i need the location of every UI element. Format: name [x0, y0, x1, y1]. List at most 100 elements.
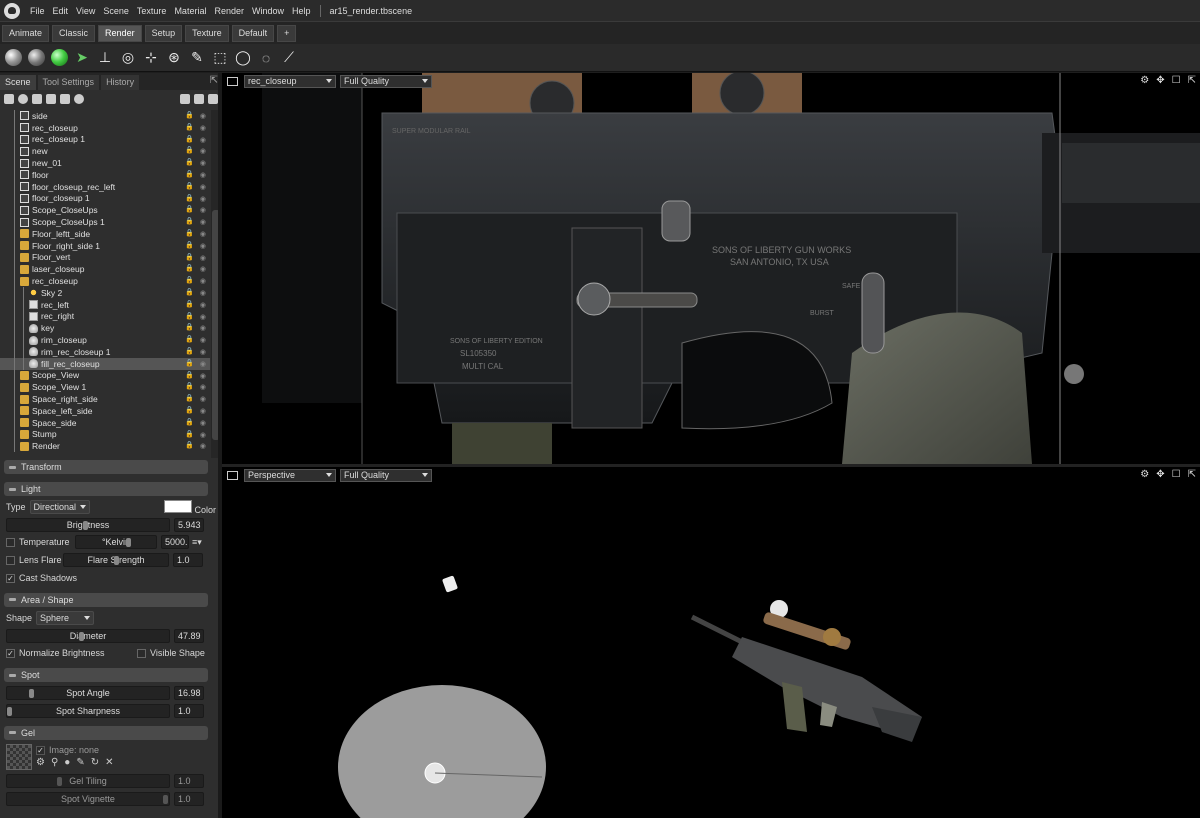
add-tab-button[interactable]: +: [277, 24, 297, 42]
menu-scene[interactable]: Scene: [99, 6, 133, 16]
tree-row[interactable]: Scope_View 1 🔒 ◉: [0, 381, 210, 394]
section-transform[interactable]: Transform: [4, 460, 208, 474]
gel-settings-icon[interactable]: ⚙: [36, 757, 45, 768]
visibility-eye-icon[interactable]: ◉: [200, 124, 206, 132]
lens-flare-checkbox[interactable]: [6, 555, 15, 565]
visibility-eye-icon[interactable]: ◉: [200, 289, 206, 297]
folder-icon[interactable]: [180, 93, 190, 104]
gel-clear-icon[interactable]: ✕: [105, 757, 113, 768]
lock-icon[interactable]: 🔒: [185, 300, 194, 309]
tree-row[interactable]: rim_closeup 🔒 ◉: [0, 334, 210, 346]
tree-row[interactable]: Floor_right_side 1 🔒 ◉: [0, 239, 210, 252]
gel-image-checkbox[interactable]: ✓: [36, 745, 45, 755]
move-tool-button[interactable]: ⊥: [96, 49, 114, 67]
flare-strength-slider[interactable]: Flare Strength: [63, 553, 169, 568]
lock-icon[interactable]: 🔒: [185, 146, 194, 155]
bottom-quality-dropdown[interactable]: Full Quality: [340, 468, 432, 482]
visibility-eye-icon[interactable]: ◉: [200, 112, 206, 120]
viewport-menu-icon[interactable]: [227, 76, 238, 86]
visibility-eye-icon[interactable]: ◉: [200, 301, 206, 309]
rotate-tool-button[interactable]: ◎: [119, 49, 137, 67]
tree-row[interactable]: laser_closeup 🔒 ◉: [0, 263, 210, 276]
add-shadow-catcher-icon[interactable]: [60, 93, 70, 104]
add-camera-icon[interactable]: [32, 93, 42, 104]
lock-icon[interactable]: 🔒: [185, 276, 194, 285]
tab-default[interactable]: Default: [231, 24, 275, 42]
visibility-eye-icon[interactable]: ◉: [200, 218, 206, 226]
visibility-eye-icon[interactable]: ◉: [200, 383, 206, 391]
gel-edit-icon[interactable]: ✎: [76, 757, 84, 768]
settings-gear-icon[interactable]: ⚙: [1140, 469, 1149, 480]
tree-row[interactable]: floor_closeup_rec_left 🔒 ◉: [0, 180, 210, 193]
scale-tool-button[interactable]: ⊹: [142, 49, 160, 67]
lock-icon[interactable]: 🔒: [185, 264, 194, 273]
spot-vignette-value[interactable]: 1.0: [174, 791, 204, 806]
lock-icon[interactable]: 🔒: [185, 347, 194, 356]
temperature-checkbox[interactable]: [6, 537, 15, 547]
tree-row[interactable]: new 🔒 ◉: [0, 145, 210, 158]
lock-icon[interactable]: 🔒: [185, 170, 194, 179]
visibility-eye-icon[interactable]: ◉: [200, 407, 206, 415]
tree-row[interactable]: Sky 2 🔒 ◉: [0, 286, 210, 299]
visibility-eye-icon[interactable]: ◉: [200, 442, 206, 450]
lock-icon[interactable]: 🔒: [185, 323, 194, 332]
lock-icon[interactable]: 🔒: [185, 335, 194, 344]
flare-strength-value[interactable]: 1.0: [173, 553, 203, 568]
viewport-menu-icon[interactable]: [227, 470, 238, 480]
lock-icon[interactable]: 🔒: [185, 158, 194, 167]
lock-icon[interactable]: 🔒: [185, 229, 194, 238]
tree-row[interactable]: new_01 🔒 ◉: [0, 157, 210, 169]
tab-scene[interactable]: Scene: [0, 75, 36, 90]
menu-window[interactable]: Window: [248, 6, 288, 16]
paint-select-button[interactable]: ✎: [188, 49, 206, 67]
visibility-eye-icon[interactable]: ◉: [200, 313, 206, 321]
gel-tiling-slider[interactable]: Gel Tiling: [6, 773, 170, 788]
spot-vignette-slider[interactable]: Spot Vignette: [6, 791, 170, 806]
diameter-slider[interactable]: Diameter: [6, 628, 170, 643]
trash-icon[interactable]: [208, 93, 218, 104]
visibility-eye-icon[interactable]: ◉: [200, 171, 206, 179]
diameter-value[interactable]: 47.89: [174, 628, 204, 643]
lit-sphere-button[interactable]: [27, 49, 45, 67]
lock-icon[interactable]: 🔒: [185, 123, 194, 132]
tree-row[interactable]: fill_rec_closeup 🔒 ◉: [0, 357, 210, 370]
tree-row[interactable]: rec_closeup 🔒 ◉: [0, 275, 210, 287]
add-material-icon[interactable]: [74, 93, 84, 104]
tree-row[interactable]: Floor_leftt_side 🔒 ◉: [0, 227, 210, 240]
tree-row[interactable]: rec_right 🔒 ◉: [0, 310, 210, 323]
settings-gear-icon[interactable]: ⚙: [1140, 75, 1149, 86]
visibility-eye-icon[interactable]: ◉: [200, 230, 206, 238]
pivot-tool-button[interactable]: ⊛: [165, 49, 183, 67]
kelvin-slider[interactable]: °Kelvin: [75, 535, 157, 550]
lock-icon[interactable]: 🔒: [185, 111, 194, 120]
gel-paint-icon[interactable]: ●: [64, 757, 70, 768]
top-camera-dropdown[interactable]: rec_closeup: [244, 74, 336, 88]
tab-classic[interactable]: Classic: [52, 24, 96, 42]
visibility-eye-icon[interactable]: ◉: [200, 336, 206, 344]
tree-row[interactable]: Space_side 🔒 ◉: [0, 416, 210, 429]
gel-search-icon[interactable]: ⚲: [51, 757, 58, 768]
tab-setup[interactable]: Setup: [144, 24, 183, 42]
visibility-eye-icon[interactable]: ◉: [200, 360, 206, 368]
shape-dropdown[interactable]: Sphere: [36, 610, 95, 625]
visibility-eye-icon[interactable]: ◉: [200, 147, 206, 155]
pan-cross-icon[interactable]: ✥: [1156, 75, 1164, 86]
visibility-eye-icon[interactable]: ◉: [200, 419, 206, 427]
visibility-eye-icon[interactable]: ◉: [200, 159, 206, 167]
spot-vignette-knob[interactable]: [163, 794, 168, 804]
visibility-eye-icon[interactable]: ◉: [200, 431, 206, 439]
tree-row[interactable]: Stump 🔒 ◉: [0, 428, 210, 441]
lock-icon[interactable]: 🔒: [185, 182, 194, 191]
lock-icon[interactable]: 🔒: [185, 312, 194, 321]
popout-icon[interactable]: ⇱: [1188, 469, 1196, 480]
lock-icon[interactable]: 🔒: [185, 441, 194, 450]
tree-row[interactable]: rec_closeup 1 🔒 ◉: [0, 133, 210, 146]
section-gel[interactable]: Gel: [4, 725, 208, 740]
lock-icon[interactable]: 🔒: [185, 394, 194, 403]
brightness-knob[interactable]: [83, 520, 88, 530]
tree-row[interactable]: rim_rec_closeup 1 🔒 ◉: [0, 345, 210, 358]
lock-icon[interactable]: 🔒: [185, 205, 194, 214]
visibility-eye-icon[interactable]: ◉: [200, 395, 206, 403]
pan-cross-icon[interactable]: ✥: [1156, 469, 1164, 480]
lock-icon[interactable]: 🔒: [185, 288, 194, 297]
